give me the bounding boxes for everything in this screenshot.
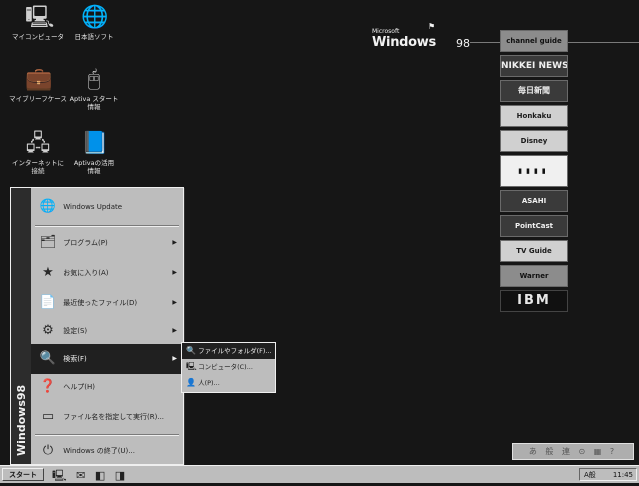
search-icon: 🔍 <box>186 346 196 355</box>
menu-item-label: 設定(S) <box>63 327 88 335</box>
logo-version: 98 <box>456 37 470 50</box>
run-icon: ▭ <box>41 409 55 424</box>
menu-item-favorites[interactable]: ★ お気に入り(A) ▶ <box>31 258 183 288</box>
side-banner-text: Windows98 <box>15 384 28 456</box>
menu-separator <box>35 225 179 227</box>
people-icon: 👤 <box>186 378 196 387</box>
menu-item-shutdown[interactable]: ⏻ Windows の終了(U)... <box>31 436 183 466</box>
menu-item-label: ファイル名を指定して実行(R)... <box>63 413 165 421</box>
desktop-icon-internet-connect[interactable]: 🖧 インターネットに 接続 <box>8 131 68 176</box>
channel-asahi[interactable]: ASAHI <box>500 190 568 212</box>
channel-tv-guide[interactable]: TV Guide <box>500 240 568 262</box>
quick-launch-toolbar[interactable]: 🖳 ✉ ◧ ◨ <box>52 467 128 486</box>
submenu-arrow-icon: ▶ <box>172 355 177 362</box>
submenu-arrow-icon: ▶ <box>172 239 177 246</box>
desktop-icon-label: マイブリーフケース <box>9 95 67 103</box>
submenu-arrow-icon: ▶ <box>172 327 177 334</box>
start-menu: Windows98 🌐 Windows Update 🗂 プログラム(P) ▶ … <box>10 187 184 465</box>
submenu-arrow-icon: ▶ <box>172 299 177 306</box>
programs-icon: 🗂 <box>39 235 57 250</box>
shutdown-icon: ⏻ <box>42 443 54 458</box>
start-button[interactable]: スタート <box>2 468 44 481</box>
desktop-icon-label: インターネットに 接続 <box>12 159 64 175</box>
menu-item-label: プログラム(P) <box>63 239 108 247</box>
submenu-item-computer[interactable]: 🖳 コンピュータ(C)... <box>182 359 275 375</box>
documents-icon: 📄 <box>39 295 57 310</box>
settings-icon: ⚙ <box>42 323 54 338</box>
submenu-arrow-icon: ▶ <box>172 269 177 276</box>
channel-disney[interactable]: Disney <box>500 130 568 152</box>
my-computer-icon: 🖳 <box>25 5 55 30</box>
start-menu-side-banner: Windows98 <box>11 188 31 464</box>
desktop-icon-japanese-soft[interactable]: 🌐 日本語ソフト <box>64 5 124 42</box>
menu-item-label: 最近使ったファイル(D) <box>63 299 138 307</box>
tray-ime-indicator[interactable]: A般 <box>584 471 596 479</box>
channel-warner[interactable]: Warner <box>500 265 568 287</box>
channel-stripes[interactable]: ▮▮▮▮ <box>500 155 568 187</box>
submenu-item-label: コンピュータ(C)... <box>198 363 253 371</box>
windows-update-icon: 🌐 <box>39 199 57 214</box>
channel-nikkei-news[interactable]: NIKKEI NEWS <box>500 55 568 77</box>
menu-item-windows-update[interactable]: 🌐 Windows Update <box>31 192 183 222</box>
menu-item-settings[interactable]: ⚙ 設定(S) ▶ <box>31 316 183 346</box>
desktop-icon-label: 日本語ソフト <box>74 33 114 41</box>
desktop-icon-aptiva-info[interactable]: 📘 Aptivaの活用 情報 <box>64 131 124 176</box>
logo-windows: Windows <box>372 35 436 50</box>
submenu-item-label: ファイルやフォルダ(F)... <box>198 347 272 355</box>
channel-mainichi[interactable]: 毎日新聞 <box>500 80 568 102</box>
menu-item-label: Windows Update <box>63 203 123 211</box>
favorites-icon: ★ <box>42 265 54 280</box>
menu-item-find[interactable]: 🔍 検索(F) ▶ <box>31 344 183 374</box>
channel-bar: channel guide NIKKEI NEWS 毎日新聞 Honkaku D… <box>500 30 568 315</box>
menu-item-run[interactable]: ▭ ファイル名を指定して実行(R)... <box>31 402 183 432</box>
briefcase-icon: 💼 <box>25 67 53 92</box>
internet-connect-icon: 🖧 <box>25 131 51 156</box>
menu-item-programs[interactable]: 🗂 プログラム(P) ▶ <box>31 228 183 258</box>
channel-guide-button[interactable]: channel guide <box>500 30 568 52</box>
submenu-item-label: 人(P)... <box>198 379 220 387</box>
menu-item-label: 検索(F) <box>63 355 87 363</box>
system-tray: A般 11:45 <box>579 468 637 481</box>
find-icon: 🔍 <box>39 351 57 366</box>
windows-flag-icon: ⚑ <box>428 22 436 31</box>
find-submenu: 🔍 ファイルやフォルダ(F)... 🖳 コンピュータ(C)... 👤 人(P).… <box>181 342 276 393</box>
desktop-icon-aptiva-start[interactable]: 🖰 Aptiva スタート 情報 <box>64 67 124 112</box>
channel-pointcast[interactable]: PointCast <box>500 215 568 237</box>
desktop-icon-my-computer[interactable]: 🖳 マイコンピュータ <box>8 5 68 42</box>
clock[interactable]: 11:45 <box>613 469 633 482</box>
menu-item-documents[interactable]: 📄 最近使ったファイル(D) ▶ <box>31 288 183 318</box>
channel-ibm[interactable]: IBM <box>500 290 568 312</box>
submenu-item-files-folders[interactable]: 🔍 ファイルやフォルダ(F)... <box>182 343 275 359</box>
help-icon: ❓ <box>39 379 57 394</box>
desktop-icon-label: Aptivaの活用 情報 <box>73 159 115 175</box>
taskbar: スタート 🖳 ✉ ◧ ◨ A般 11:45 <box>0 465 639 483</box>
aptiva-info-icon: 📘 <box>81 131 109 156</box>
desktop-icon-briefcase[interactable]: 💼 マイブリーフケース <box>8 67 68 104</box>
ime-toolbar[interactable]: あ 般 連 ⊙ ▦ ? <box>512 443 634 460</box>
logo-microsoft: Microsoft <box>372 28 400 35</box>
submenu-item-people[interactable]: 👤 人(P)... <box>182 375 275 391</box>
menu-item-help[interactable]: ❓ ヘルプ(H) <box>31 372 183 402</box>
globe-icon: 🌐 <box>81 5 109 30</box>
computer-icon: 🖳 <box>186 362 197 371</box>
menu-item-label: ヘルプ(H) <box>63 383 95 391</box>
menu-item-label: お気に入り(A) <box>63 269 109 277</box>
channel-honkaku[interactable]: Honkaku <box>500 105 568 127</box>
desktop-icon-label: Aptiva スタート 情報 <box>69 95 119 111</box>
desktop-icon-label: マイコンピュータ <box>12 33 64 41</box>
aptiva-start-icon: 🖰 <box>87 67 101 92</box>
menu-item-label: Windows の終了(U)... <box>63 447 135 455</box>
